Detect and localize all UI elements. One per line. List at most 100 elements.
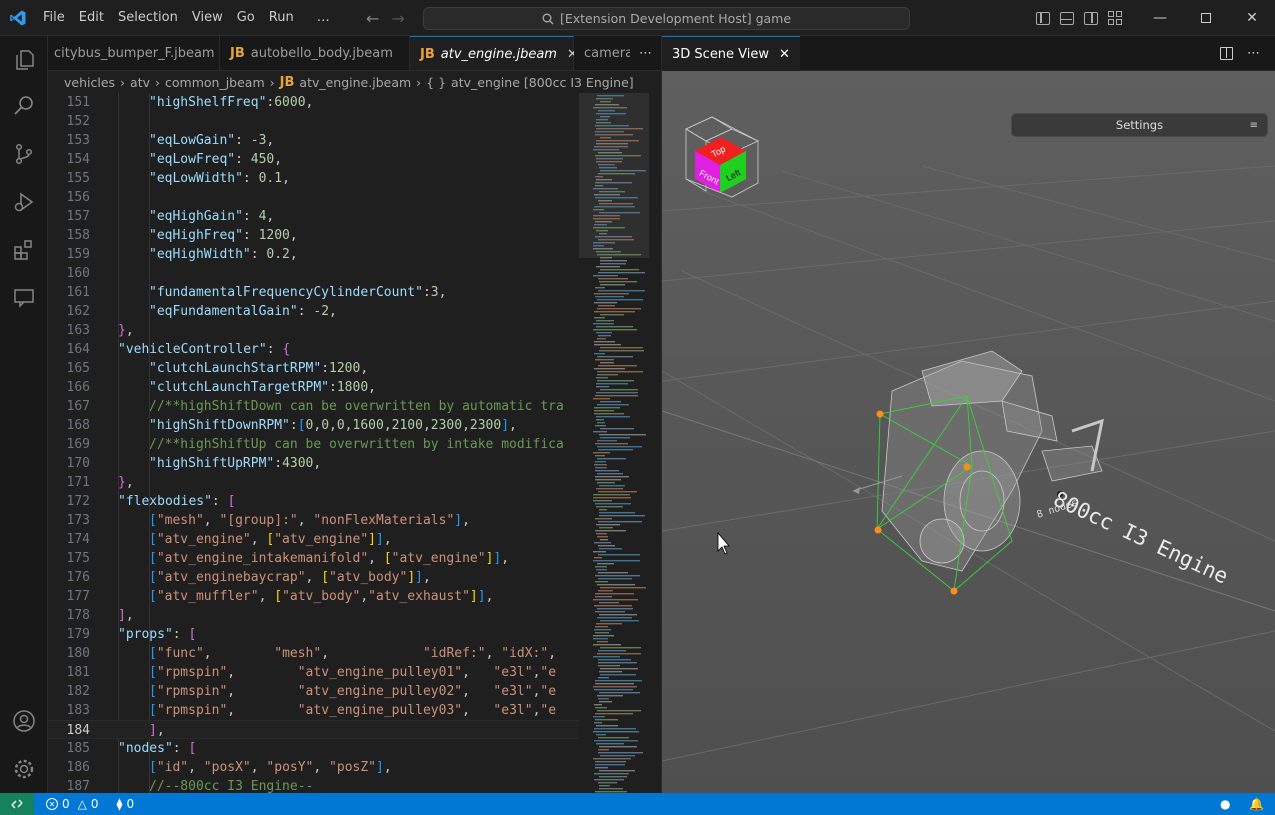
code-line[interactable]: 166 "clutchLaunchTargetRPM":1800, xyxy=(48,378,579,397)
minimap[interactable] xyxy=(579,93,661,793)
breadcrumb-item[interactable]: atv_engine.jbeam xyxy=(299,75,411,90)
code-line[interactable]: 162 "eqFundamentalGain": -2, xyxy=(48,302,579,321)
code-token: "idRef:" xyxy=(422,646,486,661)
tab-atv-engine[interactable]: JB atv_engine.jbeam ✕ xyxy=(410,36,578,70)
code-line[interactable]: 187 //--800cc I3 Engine-- xyxy=(48,777,579,793)
code-line[interactable]: 155 "eqLowWidth": 0.1, xyxy=(48,169,579,188)
code-line[interactable]: 185 "nodes": [ xyxy=(48,739,579,758)
more-actions-icon[interactable]: ⋯ xyxy=(1247,36,1260,71)
tab-citybus-bumper[interactable]: JB citybus_bumper_F.jbeam xyxy=(48,36,220,70)
code-line[interactable]: 170 "highShiftUpRPM":4300, xyxy=(48,454,579,473)
menu-file[interactable]: File xyxy=(36,0,72,36)
tab-label: camera xyxy=(584,46,634,61)
remote-explorer-icon[interactable] xyxy=(0,274,48,322)
code-line[interactable]: 177 ["atv_muffler", ["atv_body","atv_exha… xyxy=(48,587,579,606)
tab-camera[interactable]: camera xyxy=(574,36,634,70)
run-debug-icon[interactable] xyxy=(0,178,48,226)
command-center[interactable]: [Extension Development Host] game xyxy=(423,7,910,30)
extensions-icon[interactable] xyxy=(0,226,48,274)
code-token: "e3l" xyxy=(493,684,533,699)
minimap-slider[interactable] xyxy=(579,93,649,258)
toggle-primary-sidebar-icon[interactable] xyxy=(1036,11,1050,25)
tab-autobello-body[interactable]: JB autobello_body.jbeam xyxy=(220,36,410,70)
minimize-icon[interactable]: — xyxy=(1137,0,1183,36)
menu-more[interactable]: … xyxy=(301,0,337,36)
code-text: ["atv_muffler", ["atv_body","atv_exhaust… xyxy=(149,587,493,606)
accounts-icon[interactable] xyxy=(0,697,48,745)
code-line[interactable]: 165 "clutchLaunchStartRPM":1200, xyxy=(48,359,579,378)
code-line[interactable]: 186 ["id", "posX", "posY", "posZ"], xyxy=(48,758,579,777)
code-line[interactable]: 156 xyxy=(48,188,579,207)
source-control-icon[interactable] xyxy=(0,130,48,178)
code-line[interactable]: 179 "props": [ xyxy=(48,625,579,644)
code-line[interactable]: 151 "highShelfFreq":6000, xyxy=(48,93,579,112)
tab-3d-scene-view[interactable]: 3D Scene View ✕ xyxy=(662,36,800,71)
code-line[interactable]: 153 "eqLowGain": -3, xyxy=(48,131,579,150)
code-line[interactable]: 169 //**highShiftUp can be overwritten by… xyxy=(48,435,579,454)
code-line[interactable]: 163}, xyxy=(48,321,579,340)
remote-indicator-icon[interactable] xyxy=(0,793,34,815)
code-line[interactable]: 175 ["atv_engine_intakemanifold", ["atv_e… xyxy=(48,549,579,568)
copilot-icon[interactable]: ● xyxy=(1214,797,1236,811)
code-line[interactable]: 171}, xyxy=(48,473,579,492)
jbeam-file-icon: JB xyxy=(230,46,245,61)
code-text: ["atv_engine", ["atv_engine"]], xyxy=(149,530,392,549)
code-token: "atv_engine_pulley01" xyxy=(297,665,463,680)
code-line[interactable]: 157 "eqHighGain": 4, xyxy=(48,207,579,226)
maximize-icon[interactable] xyxy=(1183,0,1229,36)
breadcrumb-item[interactable]: vehicles xyxy=(64,75,115,90)
breadcrumb-item[interactable]: common_jbeam xyxy=(165,75,265,90)
scene-tabs: 3D Scene View ✕ ⋯ xyxy=(662,36,1275,71)
menu-go[interactable]: Go xyxy=(230,0,262,36)
code-line[interactable]: 160 xyxy=(48,264,579,283)
code-line[interactable]: 184], xyxy=(48,720,579,739)
more-actions-icon[interactable]: ⋯ xyxy=(630,36,661,70)
toggle-secondary-sidebar-icon[interactable] xyxy=(1084,11,1098,25)
ports-indicator[interactable]: ⧫ 0 xyxy=(111,797,141,811)
code-line[interactable]: 154 "eqLowFreq": 450, xyxy=(48,150,579,169)
explorer-icon[interactable] xyxy=(0,36,48,84)
code-line[interactable]: 164 "vehicleController": { xyxy=(48,340,579,359)
breadcrumb-item[interactable]: atv_engine [800cc I3 Engine] xyxy=(451,75,634,90)
menu-edit[interactable]: Edit xyxy=(72,0,111,36)
code-line[interactable]: 161 "fundamentalFrequencyCylinderCount":3… xyxy=(48,283,579,302)
menu-selection[interactable]: Selection xyxy=(111,0,185,36)
code-line[interactable]: 178], xyxy=(48,606,579,625)
code-token: "atv_engine" xyxy=(274,532,369,547)
code-line[interactable]: 168 "highShiftDownRPM":[0,0,0,1600,2100,2… xyxy=(48,416,579,435)
close-tab-icon[interactable]: ✕ xyxy=(779,47,790,62)
problems-indicator[interactable]: ✕ 0 △ 0 xyxy=(40,797,105,811)
back-arrow-icon[interactable]: ← xyxy=(366,9,379,28)
code-line[interactable]: 174 ["atv_engine", ["atv_engine"]], xyxy=(48,530,579,549)
customize-layout-icon[interactable] xyxy=(1108,11,1122,25)
code-line[interactable]: 152 xyxy=(48,112,579,131)
code-view[interactable]: 151 "highShelfFreq":6000, 152 153 "eqLowGain… xyxy=(48,93,579,793)
code-line[interactable]: 159 "eqHighWidth": 0.2, xyxy=(48,245,579,264)
menu-run[interactable]: Run xyxy=(262,0,301,36)
code-line[interactable]: 183 ["rpmspin", "atv_engine_pulley03", "e… xyxy=(48,701,579,720)
jbeam-file-icon: JB xyxy=(420,46,435,62)
settings-dropdown[interactable]: Settings ≡ xyxy=(1011,113,1268,137)
manage-gear-icon[interactable] xyxy=(0,745,48,793)
code-token: "atv_engine_intakemanifold" xyxy=(156,551,369,566)
code-text: "nodes": [ xyxy=(118,739,196,758)
code-line[interactable]: 176 ["atv_enginebaycrap", ["atv_body"]], xyxy=(48,568,579,587)
code-line[interactable]: 180 ["func", "mesh", "idRef:", "idX:", xyxy=(48,644,579,663)
code-line[interactable]: 181 ["rpmspin", "atv_engine_pulley01", "e… xyxy=(48,663,579,682)
code-line[interactable]: 167 //**highShiftDown can be overwritten … xyxy=(48,397,579,416)
toggle-panel-icon[interactable] xyxy=(1060,11,1074,25)
code-line[interactable]: 172 "flexbodies": [ xyxy=(48,492,579,511)
code-line[interactable]: 173 ["mesh", "[group]:", "nonFlexMaterial… xyxy=(48,511,579,530)
close-window-icon[interactable]: ✕ xyxy=(1229,0,1275,36)
code-token: , xyxy=(250,532,267,547)
notifications-bell-icon[interactable]: 🔔 xyxy=(1243,797,1270,811)
breadcrumb-item[interactable]: atv xyxy=(130,75,150,90)
code-token: } xyxy=(118,475,126,490)
menu-view[interactable]: View xyxy=(185,0,230,36)
code-line[interactable]: 158 "eqHighFreq": 1200, xyxy=(48,226,579,245)
code-line[interactable]: 182 ["rpmspin", "atv_engine_pulley02", "e… xyxy=(48,682,579,701)
split-editor-icon[interactable] xyxy=(1220,47,1233,60)
forward-arrow-icon[interactable]: → xyxy=(391,9,404,28)
scene-canvas[interactable]: Top Front Left 800cc I3 Engine 8 nodes S… xyxy=(661,71,1275,793)
search-icon[interactable] xyxy=(0,82,48,130)
